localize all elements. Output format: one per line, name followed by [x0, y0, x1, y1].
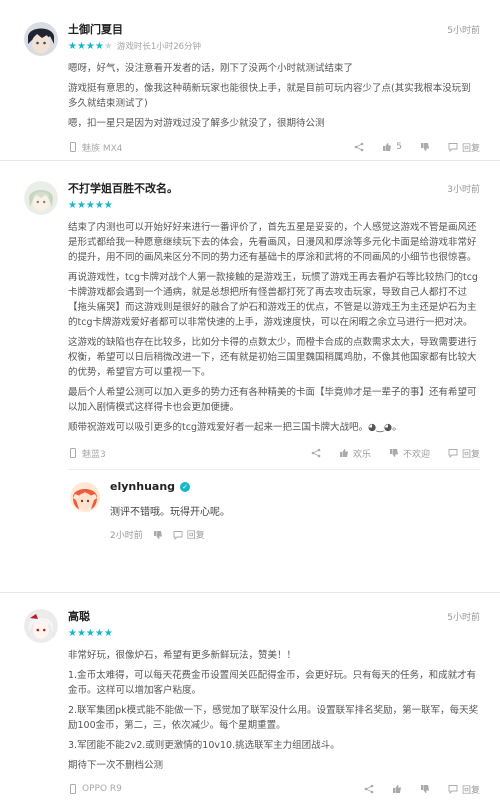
review-paragraph: 非常好玩，很像炉石，希望有更多新鲜玩法，赞美！！	[68, 650, 297, 661]
developer-reply-time: 2小时前	[110, 531, 143, 541]
share-button[interactable]	[354, 142, 364, 152]
reply-label: 回复	[461, 449, 480, 460]
share-icon	[311, 448, 321, 458]
dislike-button[interactable]	[420, 784, 430, 794]
review-paragraph: 这游戏的缺陷也存在比较多，比如分卡得的点数太少，而橙卡合成的点数需求太大，导致需…	[68, 337, 477, 378]
thumbs-up-icon	[392, 784, 402, 794]
review-body: 结束了内测也可以开始好好来进行一番评价了，首先五星是妥妥的，个人感觉这游戏不管是…	[68, 220, 480, 435]
review-item: 土御门夏目 5小时前 ★★★★★ 游戏时长1小时26分钟 嗯呀，好气，没注意看开…	[0, 0, 500, 160]
review-paragraph: 2.联军集团pk模式能不能做一下，感觉加了联军没什么用。设置联军排名奖励，第一联…	[68, 705, 479, 731]
avatar[interactable]	[24, 181, 58, 215]
device-info: 魅族 MX4	[68, 141, 123, 154]
like-label: 欢乐	[352, 449, 371, 460]
review-footer: 魅蓝3 欢乐 不欢迎 回复	[68, 445, 480, 461]
avatar[interactable]	[24, 609, 58, 643]
like-count: 5	[396, 142, 402, 152]
review-body: 嗯呀，好气，没注意看开发者的话，刚下了没两个小时就测试结束了 游戏挺有意思的，像…	[68, 61, 480, 131]
reply-label: 回复	[461, 785, 480, 796]
dislike-button[interactable]: 不欢迎	[389, 447, 430, 460]
verified-icon: ✓	[180, 481, 191, 492]
developer-reply-text: 测评不错哦。玩得开心呢。	[110, 507, 230, 518]
reply-label: 回复	[461, 143, 480, 154]
review-paragraph: 1.金币太难得，可以每天花费金币设置闯关匹配得金币，会更好玩。只有每天的任务，和…	[68, 670, 477, 696]
phone-icon	[68, 448, 78, 458]
rating-stars: ★★★★★	[68, 627, 113, 639]
phone-icon	[68, 784, 78, 794]
like-button[interactable]	[392, 784, 402, 794]
review-paragraph: 最后个人希望公测可以加入更多的势力还有各种精美的卡面【毕竟帅才是一辈子的事】还有…	[68, 387, 477, 413]
review-paragraph: 期待下一次不删档公测	[68, 760, 164, 771]
dislike-label: 不欢迎	[402, 449, 430, 460]
reply-button[interactable]: 回复	[448, 141, 480, 154]
comment-icon	[173, 530, 183, 540]
review-item: 高聪 5小时前 ★★★★★ 非常好玩，很像炉石，希望有更多新鲜玩法，赞美！！ 1…	[0, 592, 500, 800]
review-item: 不打学姐百胜不改名。 3小时前 ★★★★★ 结束了内测也可以开始好好来进行一番评…	[0, 160, 500, 592]
thumbs-down-icon	[389, 448, 399, 458]
phone-icon	[68, 142, 78, 152]
share-button[interactable]	[311, 448, 321, 458]
review-paragraph: 再说游戏性，tcg卡牌对战个人第一款接触的是游戏王，玩惯了游戏王再去看炉石等比较…	[68, 272, 478, 328]
share-icon	[364, 784, 374, 794]
reply-reply-button[interactable]: 回复	[173, 528, 205, 541]
review-paragraph: 游戏挺有意思的，像我这种萌新玩家也能很快上手，就是目前可玩内容少了点(其实我根本…	[68, 83, 471, 109]
avatar[interactable]	[24, 22, 58, 56]
dislike-button[interactable]	[420, 142, 430, 152]
review-list-page: 土御门夏目 5小时前 ★★★★★ 游戏时长1小时26分钟 嗯呀，好气，没注意看开…	[0, 0, 500, 800]
review-time: 3小时前	[447, 184, 480, 195]
rating-stars: ★★★★★	[68, 40, 113, 52]
device-info: OPPO R9	[68, 784, 122, 794]
like-button[interactable]: 5	[382, 142, 402, 152]
device-name: 魅蓝3	[82, 449, 106, 460]
comment-icon	[448, 142, 458, 152]
device-name: 魅族 MX4	[82, 143, 123, 154]
review-paragraph: 嗯呀，好气，没注意看开发者的话，刚下了没两个小时就测试结束了	[68, 63, 354, 74]
reply-button[interactable]: 回复	[448, 783, 480, 796]
developer-avatar[interactable]	[70, 482, 100, 512]
comment-icon	[448, 784, 458, 794]
reply-label: 回复	[186, 531, 205, 541]
reply-button[interactable]: 回复	[448, 447, 480, 460]
review-body: 非常好玩，很像炉石，希望有更多新鲜玩法，赞美！！ 1.金币太难得，可以每天花费金…	[68, 648, 480, 773]
playtime: 游戏时长1小时26分钟	[116, 42, 202, 52]
review-footer: 魅族 MX4 5 回复	[68, 139, 480, 155]
review-time: 5小时前	[447, 612, 480, 623]
thumbs-down-icon	[420, 142, 430, 152]
review-paragraph: 结束了内测也可以开始好好来进行一番评价了，首先五星是妥妥的，个人感觉这游戏不管是…	[68, 222, 477, 263]
review-paragraph: 顺带祝游戏可以吸引更多的tcg游戏爱好者一起来一把三国卡牌大战吧。◕‿◕。	[68, 422, 402, 433]
thumbs-up-icon	[382, 142, 392, 152]
device-name: OPPO R9	[82, 784, 122, 794]
share-button[interactable]	[364, 784, 374, 794]
reply-dislike-button[interactable]	[153, 530, 163, 540]
like-button[interactable]: 欢乐	[339, 447, 371, 460]
thumbs-up-icon	[339, 448, 349, 458]
developer-name[interactable]: elynhuang	[110, 480, 175, 493]
share-icon	[354, 142, 364, 152]
comment-icon	[448, 448, 458, 458]
review-paragraph: 嗯，扣一星只是因为对游戏过没了解多少就没了，很期待公测	[68, 118, 325, 129]
username[interactable]: 高聪	[68, 608, 90, 624]
review-footer: OPPO R9 回复	[68, 781, 480, 797]
username[interactable]: 土御门夏目	[68, 21, 123, 37]
device-info: 魅蓝3	[68, 447, 106, 460]
thumbs-down-icon	[420, 784, 430, 794]
developer-reply: elynhuang ✓ 测评不错哦。玩得开心呢。 2小时前 回复	[68, 469, 480, 547]
rating-stars: ★★★★★	[68, 199, 113, 211]
review-time: 5小时前	[447, 25, 480, 36]
thumbs-down-icon	[153, 530, 163, 540]
review-paragraph: 3.军团能不能2v2.或则更激情的10v10.挑选联军主力组团战斗。	[68, 740, 340, 751]
username[interactable]: 不打学姐百胜不改名。	[68, 180, 178, 196]
